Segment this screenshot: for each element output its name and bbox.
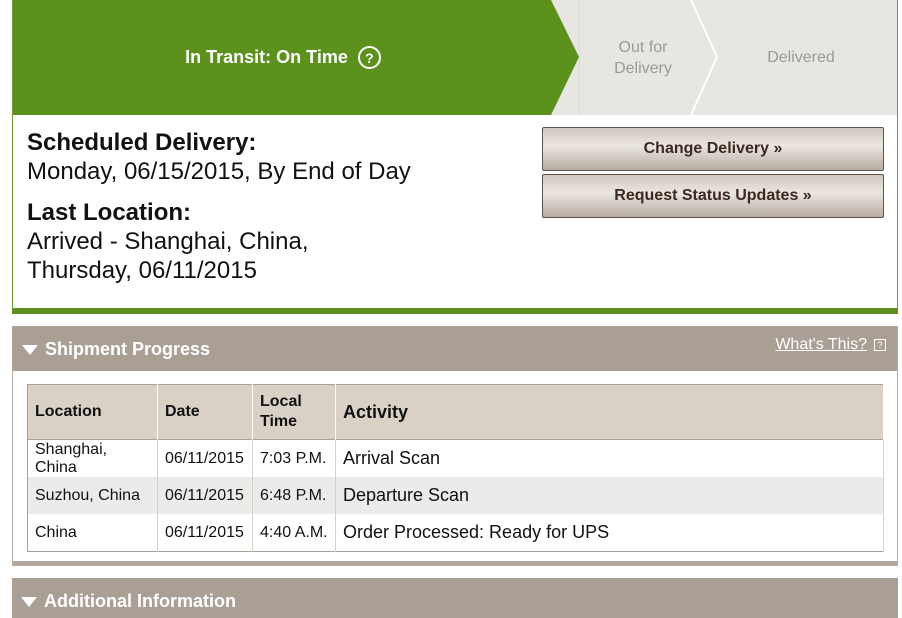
delivery-info: Scheduled Delivery: Monday, 06/15/2015, … bbox=[27, 128, 527, 285]
shipment-progress-panel: Shipment Progress What's This? ? Locatio… bbox=[12, 326, 898, 566]
cell-date: 06/11/2015 bbox=[157, 514, 253, 552]
additional-information-title: Additional Information bbox=[44, 591, 236, 611]
cell-activity: Departure Scan bbox=[335, 477, 884, 514]
step-in-transit: In Transit: On Time ? bbox=[13, 0, 579, 115]
column-header-date: Date bbox=[157, 384, 253, 440]
triangle-down-icon bbox=[22, 345, 38, 355]
column-header-local-time-line2: Time bbox=[260, 413, 298, 430]
table-row: China 06/11/2015 4:40 A.M. Order Process… bbox=[27, 514, 884, 552]
column-header-location: Location bbox=[27, 384, 158, 440]
help-box-icon[interactable]: ? bbox=[874, 339, 886, 351]
cell-activity: Arrival Scan bbox=[335, 439, 884, 477]
change-delivery-button[interactable]: Change Delivery » bbox=[542, 127, 884, 171]
last-location-line2: Thursday, 06/11/2015 bbox=[27, 257, 257, 284]
triangle-down-icon bbox=[21, 597, 37, 607]
scheduled-delivery-value: Monday, 06/15/2015, By End of Day bbox=[27, 158, 411, 185]
last-location-heading: Last Location: bbox=[27, 199, 192, 226]
cell-date: 06/11/2015 bbox=[157, 439, 253, 477]
shipment-progress-table: Location Date Local Time Activity Shangh… bbox=[27, 384, 884, 552]
additional-information-header[interactable]: Additional Information bbox=[12, 578, 898, 618]
column-header-activity: Activity bbox=[335, 384, 884, 440]
step-delivered: Delivered bbox=[731, 0, 871, 115]
column-header-local-time-line1: Local bbox=[260, 393, 302, 410]
shipment-progress-title: Shipment Progress bbox=[45, 339, 211, 359]
whats-this-link[interactable]: What's This? bbox=[775, 336, 867, 354]
step-separator-icon bbox=[579, 0, 580, 115]
cell-location: Suzhou, China bbox=[27, 477, 158, 514]
step-delivered-label: Delivered bbox=[767, 49, 835, 66]
step-in-transit-label: In Transit: On Time bbox=[185, 47, 348, 67]
chevron-right-icon bbox=[690, 0, 719, 115]
column-header-local-time: Local Time bbox=[252, 384, 336, 440]
cell-location: China bbox=[27, 514, 158, 552]
cell-date: 06/11/2015 bbox=[157, 477, 253, 514]
cell-activity: Order Processed: Ready for UPS bbox=[335, 514, 884, 552]
shipment-progress-header[interactable]: Shipment Progress What's This? ? bbox=[13, 327, 897, 371]
cell-time: 4:40 A.M. bbox=[252, 514, 336, 552]
scheduled-delivery-heading: Scheduled Delivery: bbox=[27, 129, 257, 156]
delivery-progress-tracker: In Transit: On Time ? Out for Delivery D… bbox=[13, 0, 897, 115]
table-header-row: Location Date Local Time Activity bbox=[27, 384, 884, 440]
request-status-updates-button[interactable]: Request Status Updates » bbox=[542, 174, 884, 218]
question-circle-icon[interactable]: ? bbox=[357, 46, 381, 69]
step-out-for-delivery: Out for Delivery bbox=[593, 0, 693, 115]
step-out-for-delivery-line2: Delivery bbox=[614, 59, 672, 77]
cell-location: Shanghai, China bbox=[27, 439, 158, 477]
cell-time: 6:48 P.M. bbox=[252, 477, 336, 514]
table-row: Shanghai, China 06/11/2015 7:03 P.M. Arr… bbox=[27, 439, 884, 477]
table-row: Suzhou, China 06/11/2015 6:48 P.M. Depar… bbox=[27, 477, 884, 514]
step-out-for-delivery-line1: Out for bbox=[618, 38, 668, 56]
cell-time: 7:03 P.M. bbox=[252, 439, 336, 477]
delivery-status-card: In Transit: On Time ? Out for Delivery D… bbox=[12, 0, 898, 314]
last-location-line1: Arrived - Shanghai, China, bbox=[27, 228, 309, 255]
